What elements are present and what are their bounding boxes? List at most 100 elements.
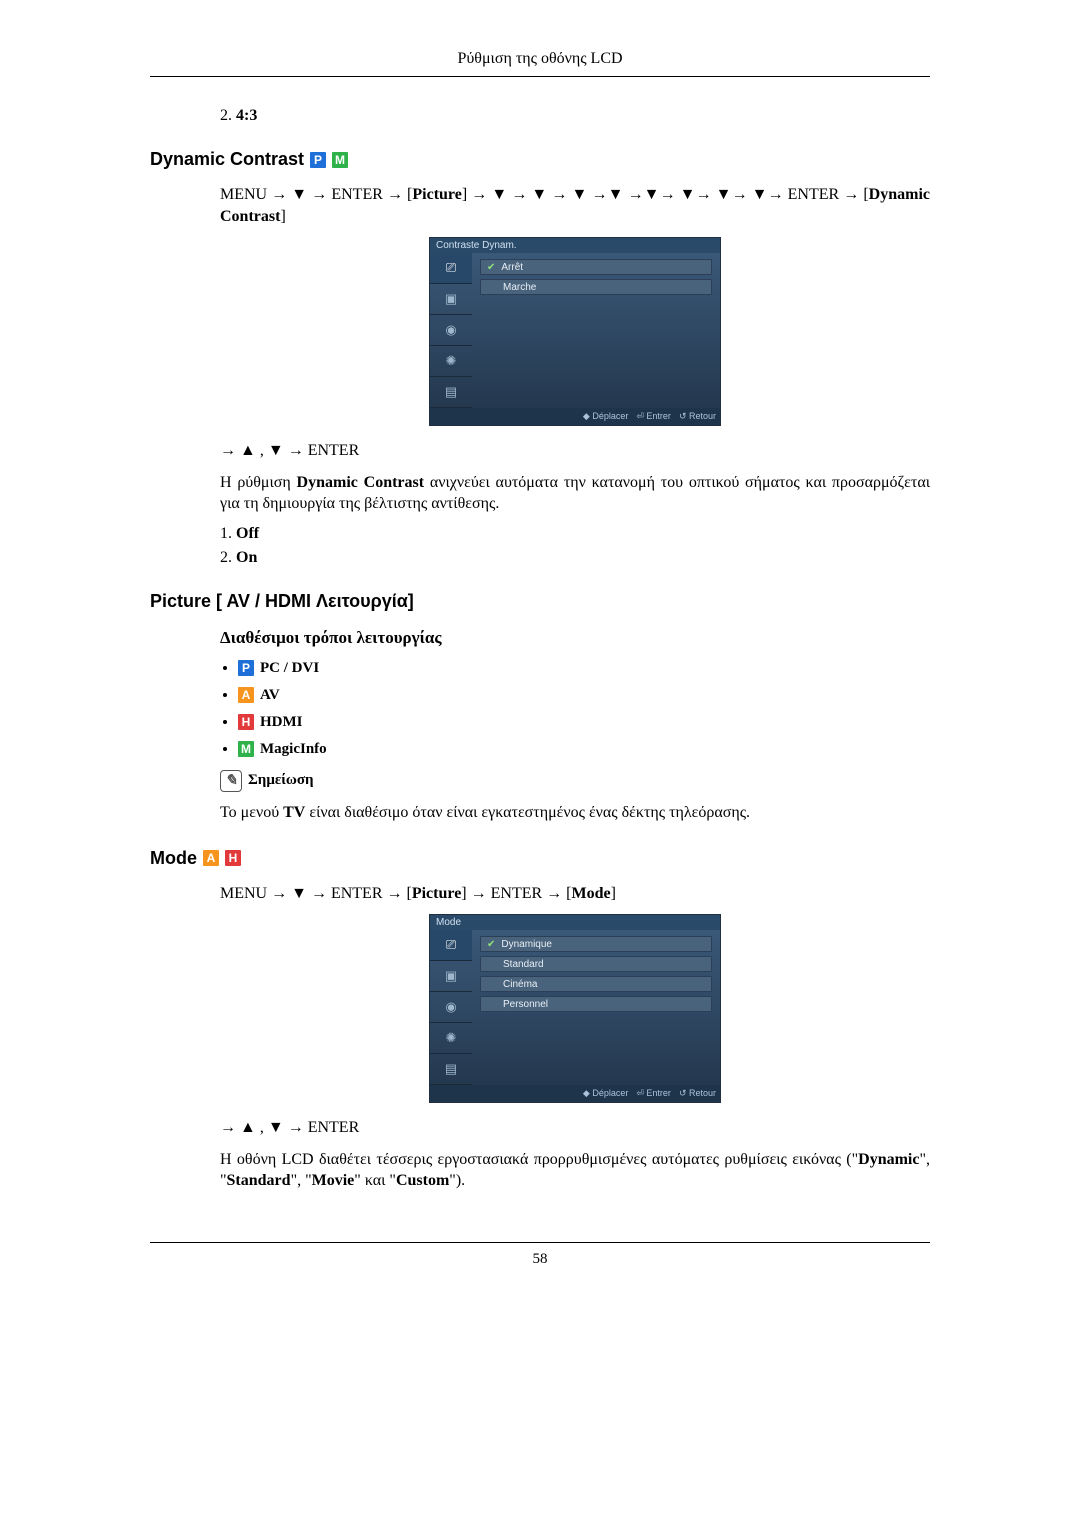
nav-path-dynamic: MENU → ▼ → ENTER → [Picture] → ▼ → ▼ → ▼…	[220, 184, 930, 227]
t: Picture	[412, 885, 461, 902]
t: →	[696, 186, 716, 203]
down-icon: ▼	[531, 186, 547, 203]
t: → ENTER	[284, 442, 360, 459]
osd-tab-icon: ▣	[430, 961, 472, 992]
page-number: 58	[150, 1242, 930, 1268]
t: Personnel	[503, 999, 548, 1010]
down-icon: ▼	[268, 442, 284, 459]
t: →	[547, 186, 571, 203]
nav-path-mode: MENU → ▼ → ENTER → [Picture] → ENTER → […	[220, 883, 930, 905]
prev-list-item: 2. 4:3	[220, 107, 930, 125]
osd-tab-icon: ▣	[430, 284, 472, 315]
osd-tab-icon: ◉	[430, 992, 472, 1023]
a-badge-icon: A	[238, 687, 254, 703]
t: Standard	[227, 1172, 291, 1189]
down-icon: ▼	[268, 1119, 284, 1136]
down-icon: ▼	[491, 186, 507, 203]
p-badge-icon: P	[310, 152, 326, 168]
osd-title: Contraste Dynam.	[430, 238, 720, 253]
t: Custom	[396, 1172, 449, 1189]
t: ]	[280, 208, 285, 225]
osd-figure-dynamic: Contraste Dynam. ⎚ ▣ ◉ ✺ ▤ ✔Arrêt Marche…	[429, 237, 721, 426]
t: Standard	[503, 959, 544, 970]
osd-option: ✔ Arrêt	[480, 259, 712, 275]
note-icon: ✎	[220, 770, 242, 792]
osd-tab-icon: ▤	[430, 377, 472, 408]
t: ,	[256, 1119, 268, 1136]
foot-move: Déplacer	[583, 411, 628, 422]
heading-mode: Mode A H	[150, 848, 930, 869]
t: ").	[449, 1172, 465, 1189]
down-icon: ▼	[680, 186, 696, 203]
osd-option: Standard	[480, 956, 712, 972]
heading-dynamic-contrast: Dynamic Contrast P M	[150, 149, 930, 170]
num: 2.	[220, 107, 232, 124]
modes-list: P PC / DVI A AV H HDMI M MagicInfo	[220, 660, 930, 758]
heading-text: Mode	[150, 848, 197, 869]
t: ]	[611, 885, 616, 902]
t: ] →	[462, 186, 491, 203]
t: Dynamic	[858, 1151, 919, 1168]
t: → ENTER	[284, 1119, 360, 1136]
osd-tab-icon: ◉	[430, 315, 472, 346]
label: PC / DVI	[260, 660, 319, 676]
down-icon: ▼	[291, 186, 307, 203]
t: Cinéma	[503, 979, 537, 990]
label: 4:3	[236, 107, 257, 124]
t: →	[660, 186, 680, 203]
down-icon: ▼	[607, 186, 623, 203]
check-icon: ✔	[487, 939, 495, 950]
check-icon: ✔	[487, 262, 495, 273]
t: Η ρύθμιση	[220, 474, 297, 491]
t: Arrêt	[501, 262, 523, 273]
heading-text: Picture [ AV / HDMI Λειτουργία]	[150, 591, 414, 612]
h-badge-icon: H	[225, 850, 241, 866]
foot-return: Retour	[679, 1088, 716, 1099]
num: 1.	[220, 525, 232, 542]
list-item: 2. On	[220, 549, 930, 567]
label: AV	[260, 687, 280, 703]
list-item: P PC / DVI	[238, 660, 930, 677]
t: είναι διαθέσιμο όταν είναι εγκατεστημένο…	[305, 804, 750, 821]
t: → ENTER → [	[768, 186, 869, 203]
down-icon: ▼	[752, 186, 768, 203]
osd-option: Cinéma	[480, 976, 712, 992]
list-item: M MagicInfo	[238, 741, 930, 758]
page-header: Ρύθμιση της οθόνης LCD	[150, 50, 930, 77]
osd-tab-icon: ✺	[430, 1023, 472, 1054]
subheading-modes: Διαθέσιμοι τρόποι λειτουργίας	[220, 628, 930, 648]
label: MagicInfo	[260, 741, 327, 757]
t: → ENTER → [	[307, 885, 412, 902]
t: Movie	[312, 1172, 355, 1189]
label: HDMI	[260, 714, 303, 730]
t: →	[507, 186, 531, 203]
osd-option: Personnel	[480, 996, 712, 1012]
t: ", "	[291, 1172, 312, 1189]
m-badge-icon: M	[238, 741, 254, 757]
down-icon: ▼	[644, 186, 660, 203]
t: Dynamique	[501, 939, 552, 950]
note-heading: ✎ Σημείωση	[220, 770, 930, 792]
h-badge-icon: H	[238, 714, 254, 730]
osd-tab-icon: ⎚	[430, 930, 472, 961]
t: →	[220, 442, 240, 459]
t: Το μενού	[220, 804, 283, 821]
foot-enter: Entrer	[636, 1088, 671, 1099]
osd-tab-icon: ▤	[430, 1054, 472, 1085]
down-icon: ▼	[291, 885, 307, 902]
t: MENU →	[220, 885, 291, 902]
t: →	[587, 186, 607, 203]
list-item: A AV	[238, 687, 930, 704]
p-badge-icon: P	[238, 660, 254, 676]
osd-footer: Déplacer Entrer Retour	[430, 408, 720, 425]
t: Marche	[503, 282, 536, 293]
heading-picture-avhdmi: Picture [ AV / HDMI Λειτουργία]	[150, 591, 930, 612]
t: Dynamic Contrast	[297, 474, 425, 491]
foot-move: Déplacer	[583, 1088, 628, 1099]
up-icon: ▲	[240, 1119, 256, 1136]
t: Mode	[572, 885, 611, 902]
t: Picture	[412, 186, 461, 203]
label: On	[236, 549, 257, 566]
t: →	[732, 186, 752, 203]
label: Off	[236, 525, 259, 542]
